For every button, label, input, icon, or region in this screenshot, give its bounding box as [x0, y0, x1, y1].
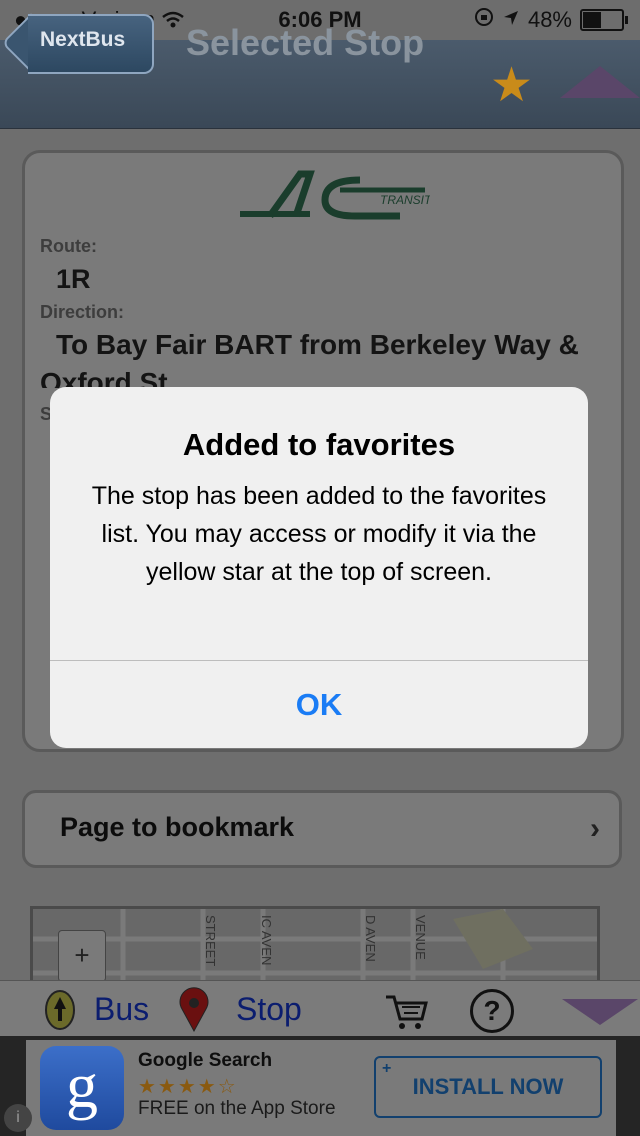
install-now-label: INSTALL NOW [412, 1074, 564, 1099]
street-label: VENUE [413, 915, 428, 960]
ad-info-icon[interactable]: i [4, 1104, 32, 1132]
bus-icon[interactable] [44, 989, 76, 1036]
alert-title: Added to favorites [182, 427, 456, 462]
route-value: 1R [56, 264, 91, 294]
chevron-right-icon: › [590, 812, 600, 845]
map-pin-icon[interactable] [178, 987, 210, 1038]
direction-value: To Bay Fair BART from Berkeley Way & Oxf… [40, 329, 579, 388]
ad-app-name: Google Search [138, 1050, 273, 1071]
stop-button-label[interactable]: Stop [236, 991, 302, 1028]
street-label: IC AVEN [259, 915, 274, 966]
battery-icon [580, 9, 628, 31]
page-title: Selected Stop [186, 22, 425, 63]
ok-button[interactable]: OK [50, 661, 588, 748]
collapse-up-icon[interactable] [560, 66, 640, 98]
rating-stars: ★★★★☆ [138, 1076, 238, 1098]
svg-text:TRANSIT: TRANSIT [380, 193, 430, 207]
battery-percent: 48% [527, 7, 572, 32]
help-icon[interactable]: ? [470, 989, 514, 1033]
street-label: STREET [203, 915, 218, 967]
ac-transit-logo: TRANSIT [230, 170, 433, 224]
favorites-alert-dialog: Added to favorites The stop has been add… [50, 387, 588, 748]
bus-button-label[interactable]: Bus [94, 991, 149, 1028]
favorites-star-icon[interactable]: ★ [490, 62, 533, 110]
status-right: 48% [474, 7, 628, 33]
street-label: D AVEN [363, 915, 378, 962]
google-app-icon[interactable]: g [40, 1046, 124, 1130]
back-button[interactable]: NextBus [1, 13, 154, 74]
back-button-label: NextBus [40, 28, 126, 51]
route-label: Route: [40, 236, 97, 256]
plus-icon: + [382, 1060, 392, 1077]
bottom-toolbar: Bus Stop ? [0, 980, 640, 1037]
page-to-bookmark-label: Page to bookmark [60, 812, 295, 842]
alert-message: The stop has been added to the favorites… [91, 482, 547, 586]
location-arrow-icon [502, 7, 520, 33]
cart-icon[interactable] [384, 991, 428, 1036]
collapse-down-icon[interactable] [562, 999, 638, 1025]
direction-label: Direction: [40, 302, 125, 322]
zoom-in-button[interactable]: + [58, 930, 106, 982]
install-now-button[interactable]: + INSTALL NOW [374, 1056, 602, 1118]
orientation-lock-icon [474, 7, 494, 33]
ad-subtitle: FREE on the App Store [138, 1098, 336, 1119]
